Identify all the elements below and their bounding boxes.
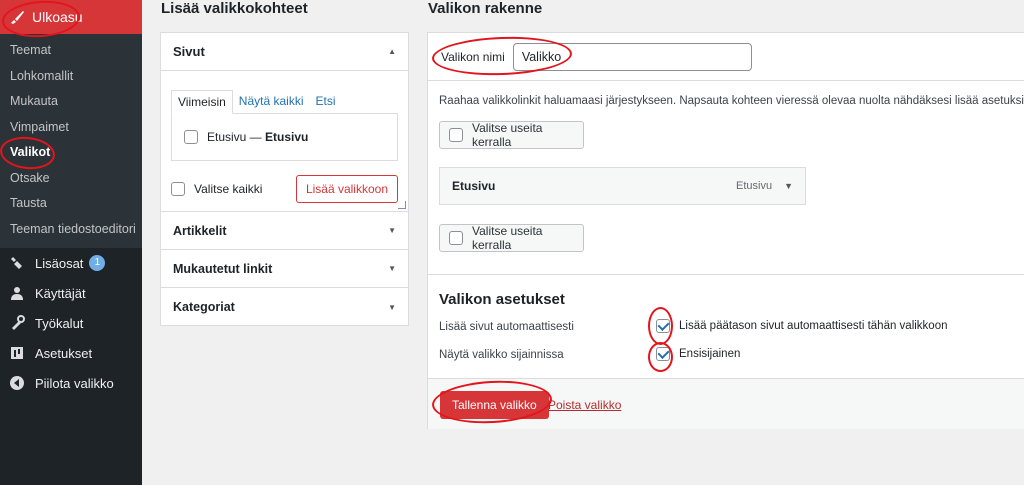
posts-section-title: Artikkelit [173,223,227,238]
divider [428,274,1024,275]
pages-tabs: Viimeisin Näytä kaikki Etsi [171,90,398,114]
auto-add-label: Lisää sivut automaattisesti [439,321,574,333]
custom-links-section-header[interactable]: Mukautetut linkit ▼ [161,250,408,288]
page-item-label: Etusivu — Etusivu [207,130,308,144]
appearance-submenu: Teemat Lohkomallit Mukauta Vimpaimet Val… [0,34,142,248]
menu-users-label: Käyttäjät [35,285,86,301]
menu-tools[interactable]: Työkalut [0,308,142,338]
menu-appearance[interactable]: Ulkoasu [0,0,142,34]
menu-users[interactable]: Käyttäjät [0,278,142,308]
bulk-select-checkbox [449,231,463,245]
page-checkbox[interactable] [184,130,198,144]
menu-plugins[interactable]: Lisäosat 1 [0,248,142,278]
menu-structure-panel: Valikon nimi Valikko Raahaa valikkolinki… [427,32,1024,429]
menu-appearance-label: Ulkoasu [32,9,83,25]
auto-add-checkbox[interactable] [656,319,670,333]
custom-links-section-title: Mukautetut linkit [173,261,273,276]
expand-arrow-icon: ▼ [388,226,396,235]
primary-location-text: Ensisijainen [679,348,741,360]
bulk-select-button-bottom[interactable]: Valitse useita kerralla [439,224,584,252]
submenu-menus[interactable]: Valikot [0,140,142,166]
pages-list: Etusivu — Etusivu [171,113,398,161]
categories-section-header[interactable]: Kategoriat ▼ [161,288,408,326]
menu-footer: Tallenna valikko Poista valikko [428,378,1024,429]
tab-show-all[interactable]: Näytä kaikki [233,90,310,114]
tab-search[interactable]: Etsi [309,90,341,114]
drag-help-text: Raahaa valikkolinkit haluamaasi järjesty… [439,95,1024,107]
plugin-icon [8,254,26,272]
auto-add-text: Lisää päätason sivut automaattisesti täh… [679,320,948,332]
add-items-heading: Lisää valikkokohteet [161,0,308,17]
select-all-control[interactable]: Valitse kaikki [171,182,262,196]
menu-item-title: Etusivu [452,179,496,193]
submenu-theme-editor[interactable]: Teeman tiedostoeditori [0,217,142,243]
pages-actions: Valitse kaikki Lisää valikkoon [171,175,398,203]
bulk-select-label: Valitse useita kerralla [472,224,543,252]
menu-structure-heading: Valikon rakenne [428,0,543,17]
submenu-background[interactable]: Tausta [0,191,142,217]
pages-section-title: Sivut [173,44,205,59]
menu-tools-label: Työkalut [35,315,84,331]
menu-settings-label: Asetukset [35,345,93,361]
menu-name-row: Valikon nimi Valikko [441,43,752,71]
menu-plugins-label: Lisäosat [35,255,84,271]
menu-item-meta: Etusivu ▼ [736,180,793,192]
submenu-themes[interactable]: Teemat [0,38,142,64]
location-label: Näytä valikko sijainnissa [439,349,564,361]
add-to-menu-button[interactable]: Lisää valikkoon [295,175,398,203]
page-item-name: Etusivu — [207,130,266,144]
collapse-arrow-icon: ▲ [388,47,396,56]
submenu-widgets[interactable]: Vimpaimet [0,115,142,141]
resize-handle[interactable] [398,201,406,209]
divider [428,80,1024,81]
menu-collapse[interactable]: Piilota valikko [0,368,142,398]
categories-section-title: Kategoriat [173,300,235,314]
users-icon [8,284,26,302]
pages-section-header[interactable]: Sivut ▲ [161,33,408,71]
primary-location-checkbox[interactable] [656,347,670,361]
menu-name-input[interactable]: Valikko [512,43,752,71]
bulk-select-button-top[interactable]: Valitse useita kerralla [439,121,584,149]
pages-section-body: Viimeisin Näytä kaikki Etsi Etusivu — Et… [161,71,408,212]
tab-recent[interactable]: Viimeisin [171,90,233,114]
auto-add-control[interactable]: Lisää päätason sivut automaattisesti täh… [656,319,948,333]
select-all-checkbox[interactable] [171,182,185,196]
save-menu-button[interactable]: Tallenna valikko [440,391,549,419]
update-count-badge: 1 [89,255,106,271]
menu-item-frontpage[interactable]: Etusivu Etusivu ▼ [439,167,806,205]
submenu-patterns[interactable]: Lohkomallit [0,64,142,90]
bulk-select-label: Valitse useita kerralla [472,121,543,149]
location-control[interactable]: Ensisijainen [656,347,740,361]
posts-section-header[interactable]: Artikkelit ▼ [161,212,408,250]
menu-name-label: Valikon nimi [441,50,505,64]
add-items-accordion: Sivut ▲ Viimeisin Näytä kaikki Etsi Etus… [160,32,409,326]
brush-icon [8,8,26,26]
menu-settings-title: Valikon asetukset [439,291,565,308]
menu-settings[interactable]: Asetukset [0,338,142,368]
delete-menu-link[interactable]: Poista valikko [548,398,621,412]
submenu-customize[interactable]: Mukauta [0,89,142,115]
settings-icon [8,344,26,362]
tools-icon [8,314,26,332]
bulk-select-checkbox [449,128,463,142]
submenu-header[interactable]: Otsake [0,166,142,192]
menu-collapse-label: Piilota valikko [35,375,114,391]
expand-arrow-icon: ▼ [388,302,396,312]
expand-arrow-icon[interactable]: ▼ [784,181,793,191]
select-all-label: Valitse kaikki [194,182,263,196]
page-item-type: Etusivu [265,130,309,144]
expand-arrow-icon: ▼ [388,264,396,273]
admin-sidebar: Ulkoasu Teemat Lohkomallit Mukauta Vimpa… [0,0,142,485]
menu-item-type: Etusivu [736,180,773,192]
collapse-icon [8,374,26,392]
